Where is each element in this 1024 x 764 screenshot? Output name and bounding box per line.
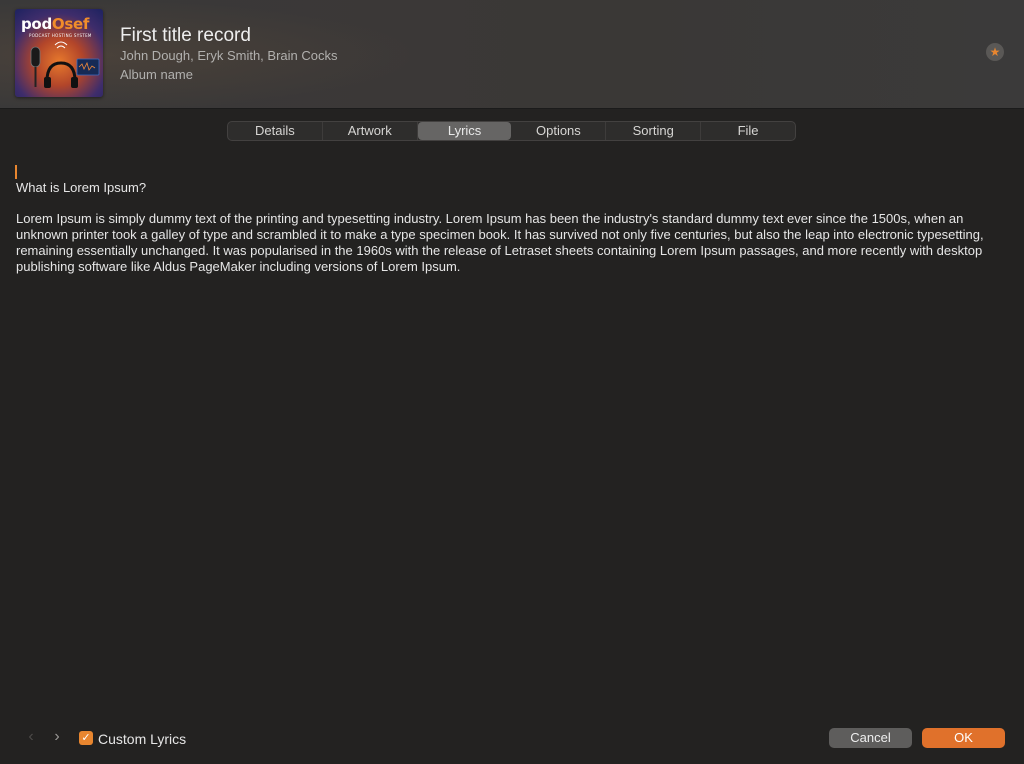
podcast-microphone-icon <box>30 41 100 88</box>
track-artist: John Dough, Eryk Smith, Brain Cocks <box>120 48 338 63</box>
chevron-left-icon[interactable]: ‹ <box>24 728 38 746</box>
lyrics-heading[interactable]: What is Lorem Ipsum? <box>16 180 146 195</box>
tab-file[interactable]: File <box>701 122 795 140</box>
custom-lyrics-checkbox[interactable]: ✓ <box>79 731 93 745</box>
tab-sorting[interactable]: Sorting <box>606 122 702 140</box>
custom-lyrics-label[interactable]: Custom Lyrics <box>98 731 186 747</box>
album-artwork[interactable]: podOsef PODCAST HOSTING SYSTEM <box>15 9 103 97</box>
tab-details[interactable]: Details <box>228 122 323 140</box>
track-album: Album name <box>120 67 193 82</box>
track-header: podOsef PODCAST HOSTING SYSTEM First tit… <box>0 0 1024 109</box>
tab-options[interactable]: Options <box>511 122 607 140</box>
cancel-button[interactable]: Cancel <box>829 728 912 748</box>
tab-bar: Details Artwork Lyrics Options Sorting F… <box>227 121 796 141</box>
get-info-window: podOsef PODCAST HOSTING SYSTEM First tit… <box>0 0 1024 764</box>
star-icon[interactable]: ★ <box>986 43 1004 61</box>
lyrics-body[interactable]: Lorem Ipsum is simply dummy text of the … <box>16 211 1012 275</box>
track-title: First title record <box>120 25 251 46</box>
checkmark-icon: ✓ <box>81 731 91 744</box>
text-cursor <box>15 165 17 179</box>
tab-lyrics[interactable]: Lyrics <box>417 122 512 140</box>
ok-button[interactable]: OK <box>922 728 1005 748</box>
chevron-right-icon[interactable]: › <box>50 728 64 746</box>
tab-artwork[interactable]: Artwork <box>323 122 418 140</box>
